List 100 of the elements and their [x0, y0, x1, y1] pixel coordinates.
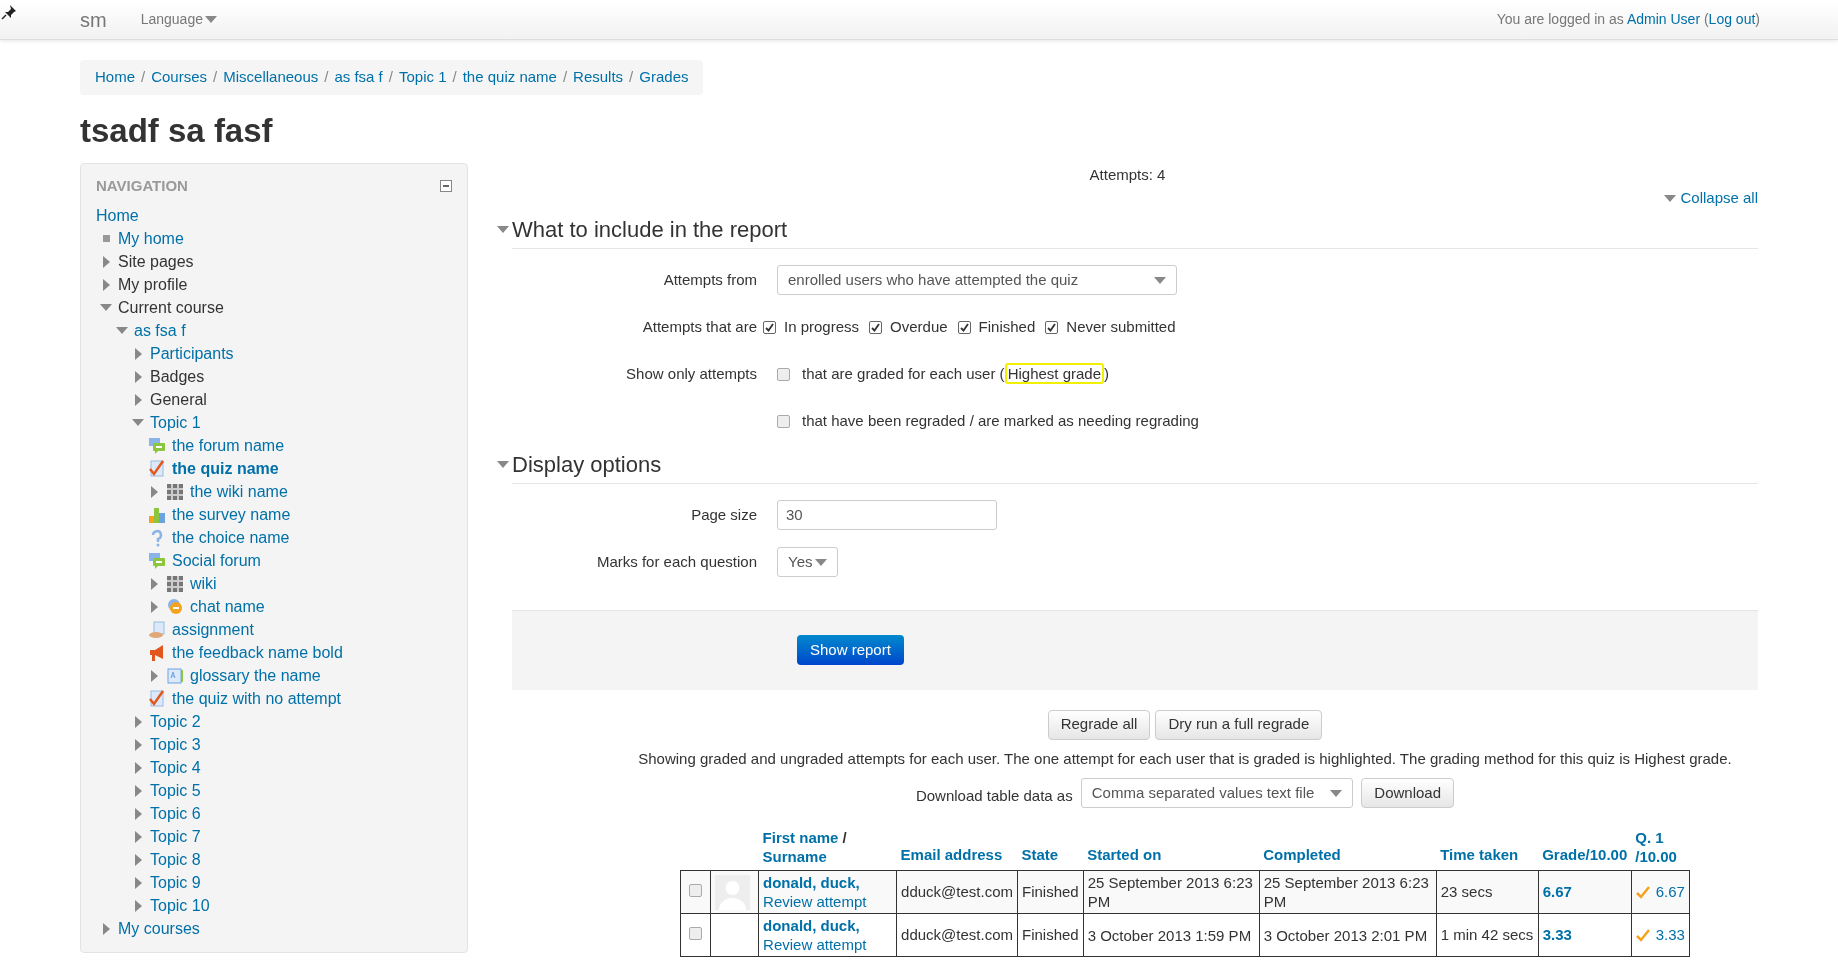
nav-link[interactable]: Topic 1 [150, 410, 201, 435]
nav-link[interactable]: My courses [118, 916, 200, 941]
first-name-header[interactable]: First name [762, 829, 839, 846]
site-brand[interactable]: sm [80, 4, 107, 35]
bullet-icon [102, 235, 110, 242]
collapsed-caret-icon [134, 784, 142, 797]
breadcrumb-link[interactable]: Grades [639, 66, 689, 89]
nav-link[interactable]: General [150, 387, 207, 412]
nav-link[interactable]: Topic 2 [150, 709, 201, 734]
column-header[interactable]: Grade/10.00 [1542, 845, 1628, 863]
logout-link[interactable]: Log out [1708, 11, 1756, 27]
student-name-link[interactable]: donald, duck, [763, 874, 860, 891]
megaphone-icon [148, 643, 166, 662]
option-label: that have been regraded / are marked as needing regrading [802, 410, 1199, 431]
nav-link[interactable]: chat name [190, 594, 265, 619]
collapsed-caret-icon [134, 761, 142, 774]
nav-link[interactable]: glossary the name [190, 663, 321, 688]
nav-link[interactable]: as fsa f [134, 318, 186, 343]
collapse-icon[interactable] [440, 180, 452, 192]
nav-link[interactable]: Site pages [118, 249, 194, 274]
grade-link[interactable]: 3.33 [1542, 925, 1572, 943]
nav-link[interactable]: the feedback name bold [172, 640, 343, 665]
question-header[interactable]: Q. 1 /10.00 [1635, 828, 1686, 866]
nav-link[interactable]: the quiz name [172, 456, 279, 481]
download-button[interactable]: Download [1361, 778, 1455, 808]
checkbox[interactable] [869, 320, 883, 334]
checkbox[interactable] [777, 367, 790, 381]
collapsed-caret-icon [134, 738, 142, 751]
attempts-from-select[interactable]: enrolled users who have attempted the quiz [777, 265, 1177, 295]
nav-link[interactable]: the survey name [172, 502, 291, 527]
nav-link[interactable]: Topic 10 [150, 893, 210, 918]
nav-link[interactable]: Topic 4 [150, 755, 201, 780]
breadcrumb-link[interactable]: the quiz name [462, 66, 557, 89]
checkbox[interactable] [777, 414, 790, 428]
nav-link[interactable]: the choice name [172, 525, 290, 550]
checkbox[interactable] [689, 926, 703, 940]
section-legend[interactable]: Display options [512, 448, 662, 481]
breadcrumb-link[interactable]: Courses [151, 66, 208, 89]
regrade-button[interactable]: Dry run a full regrade [1155, 709, 1323, 740]
nav-link[interactable]: assignment [172, 617, 254, 642]
checked-page-icon [148, 459, 166, 478]
column-header[interactable]: Started on [1087, 845, 1162, 863]
nav-link[interactable]: Home [96, 203, 139, 228]
review-attempt-link[interactable]: Review attempt [763, 893, 867, 910]
nav-link[interactable]: Topic 9 [150, 870, 201, 895]
collapsed-caret-icon [150, 577, 158, 590]
option-label: that are graded for each user ( Highest grade ) [802, 362, 1110, 386]
nav-link[interactable]: My home [118, 226, 184, 251]
nav-link[interactable]: Topic 8 [150, 847, 201, 872]
column-header[interactable]: Time taken [1440, 845, 1519, 863]
nav-link[interactable]: Participants [150, 341, 234, 366]
header-separator: / [842, 829, 847, 846]
nav-link[interactable]: the quiz with no attempt [172, 686, 341, 711]
column-header[interactable]: State [1021, 845, 1059, 863]
surname-header[interactable]: Surname [762, 848, 827, 865]
language-menu[interactable]: Language [140, 9, 217, 30]
nav-link[interactable]: Current course [118, 295, 224, 320]
section-legend[interactable]: What to include in the report [512, 213, 788, 246]
breadcrumb-link[interactable]: Topic 1 [398, 66, 447, 89]
breadcrumb-link[interactable]: Home [95, 66, 135, 89]
dropdown-caret-icon [1330, 789, 1343, 797]
nav-link[interactable]: the wiki name [190, 479, 288, 504]
marks-select[interactable]: Yes [777, 547, 838, 577]
breadcrumb-link[interactable]: as fsa f [334, 66, 383, 89]
nav-link[interactable]: Topic 5 [150, 778, 201, 803]
nav-link[interactable]: wiki [190, 571, 217, 596]
review-attempt-link[interactable]: Review attempt [763, 936, 867, 953]
pushpin-icon[interactable] [1, 4, 17, 20]
state-cell: Finished [1022, 882, 1079, 900]
field-label: Marks for each question [596, 552, 757, 570]
breadcrumb-separator: / [387, 67, 394, 88]
nav-link[interactable]: Badges [150, 364, 205, 389]
format-select[interactable]: Comma separated values text file [1080, 778, 1354, 808]
checkbox[interactable] [1045, 320, 1059, 334]
attempts-count: Attempts: 4 [1089, 166, 1166, 183]
breadcrumb-link[interactable]: Miscellaneous [223, 66, 319, 89]
show-report-button[interactable]: Show report [797, 635, 904, 665]
page-size-field[interactable]: 30 [777, 500, 997, 530]
column-header[interactable]: Completed [1263, 845, 1341, 863]
user-link[interactable]: Admin User [1626, 11, 1701, 27]
section-caret-icon [497, 461, 509, 468]
breadcrumb-link[interactable]: Results [573, 66, 624, 89]
caret-icon [1664, 194, 1677, 202]
nav-link[interactable]: Topic 6 [150, 801, 201, 826]
nav-link[interactable]: My profile [118, 272, 188, 297]
grade-link[interactable]: 6.67 [1542, 882, 1572, 900]
collapsed-caret-icon [134, 807, 142, 820]
nav-link[interactable]: the forum name [172, 433, 285, 458]
nav-link[interactable]: Social forum [172, 548, 261, 573]
regrade-button[interactable]: Regrade all [1047, 709, 1151, 740]
nav-link[interactable]: Topic 7 [150, 824, 201, 849]
column-header[interactable]: Email address [900, 845, 1003, 863]
nav-link[interactable]: Topic 3 [150, 732, 201, 757]
checkbox[interactable] [957, 320, 971, 334]
time-cell: 1 min 42 secs [1440, 925, 1534, 943]
student-name-link[interactable]: donald, duck, [763, 917, 860, 934]
option-label: Never submitted [1066, 316, 1176, 337]
collapse-all-link[interactable]: Collapse all [1664, 187, 1758, 210]
checkbox[interactable] [763, 320, 776, 334]
checkbox[interactable] [689, 883, 703, 897]
